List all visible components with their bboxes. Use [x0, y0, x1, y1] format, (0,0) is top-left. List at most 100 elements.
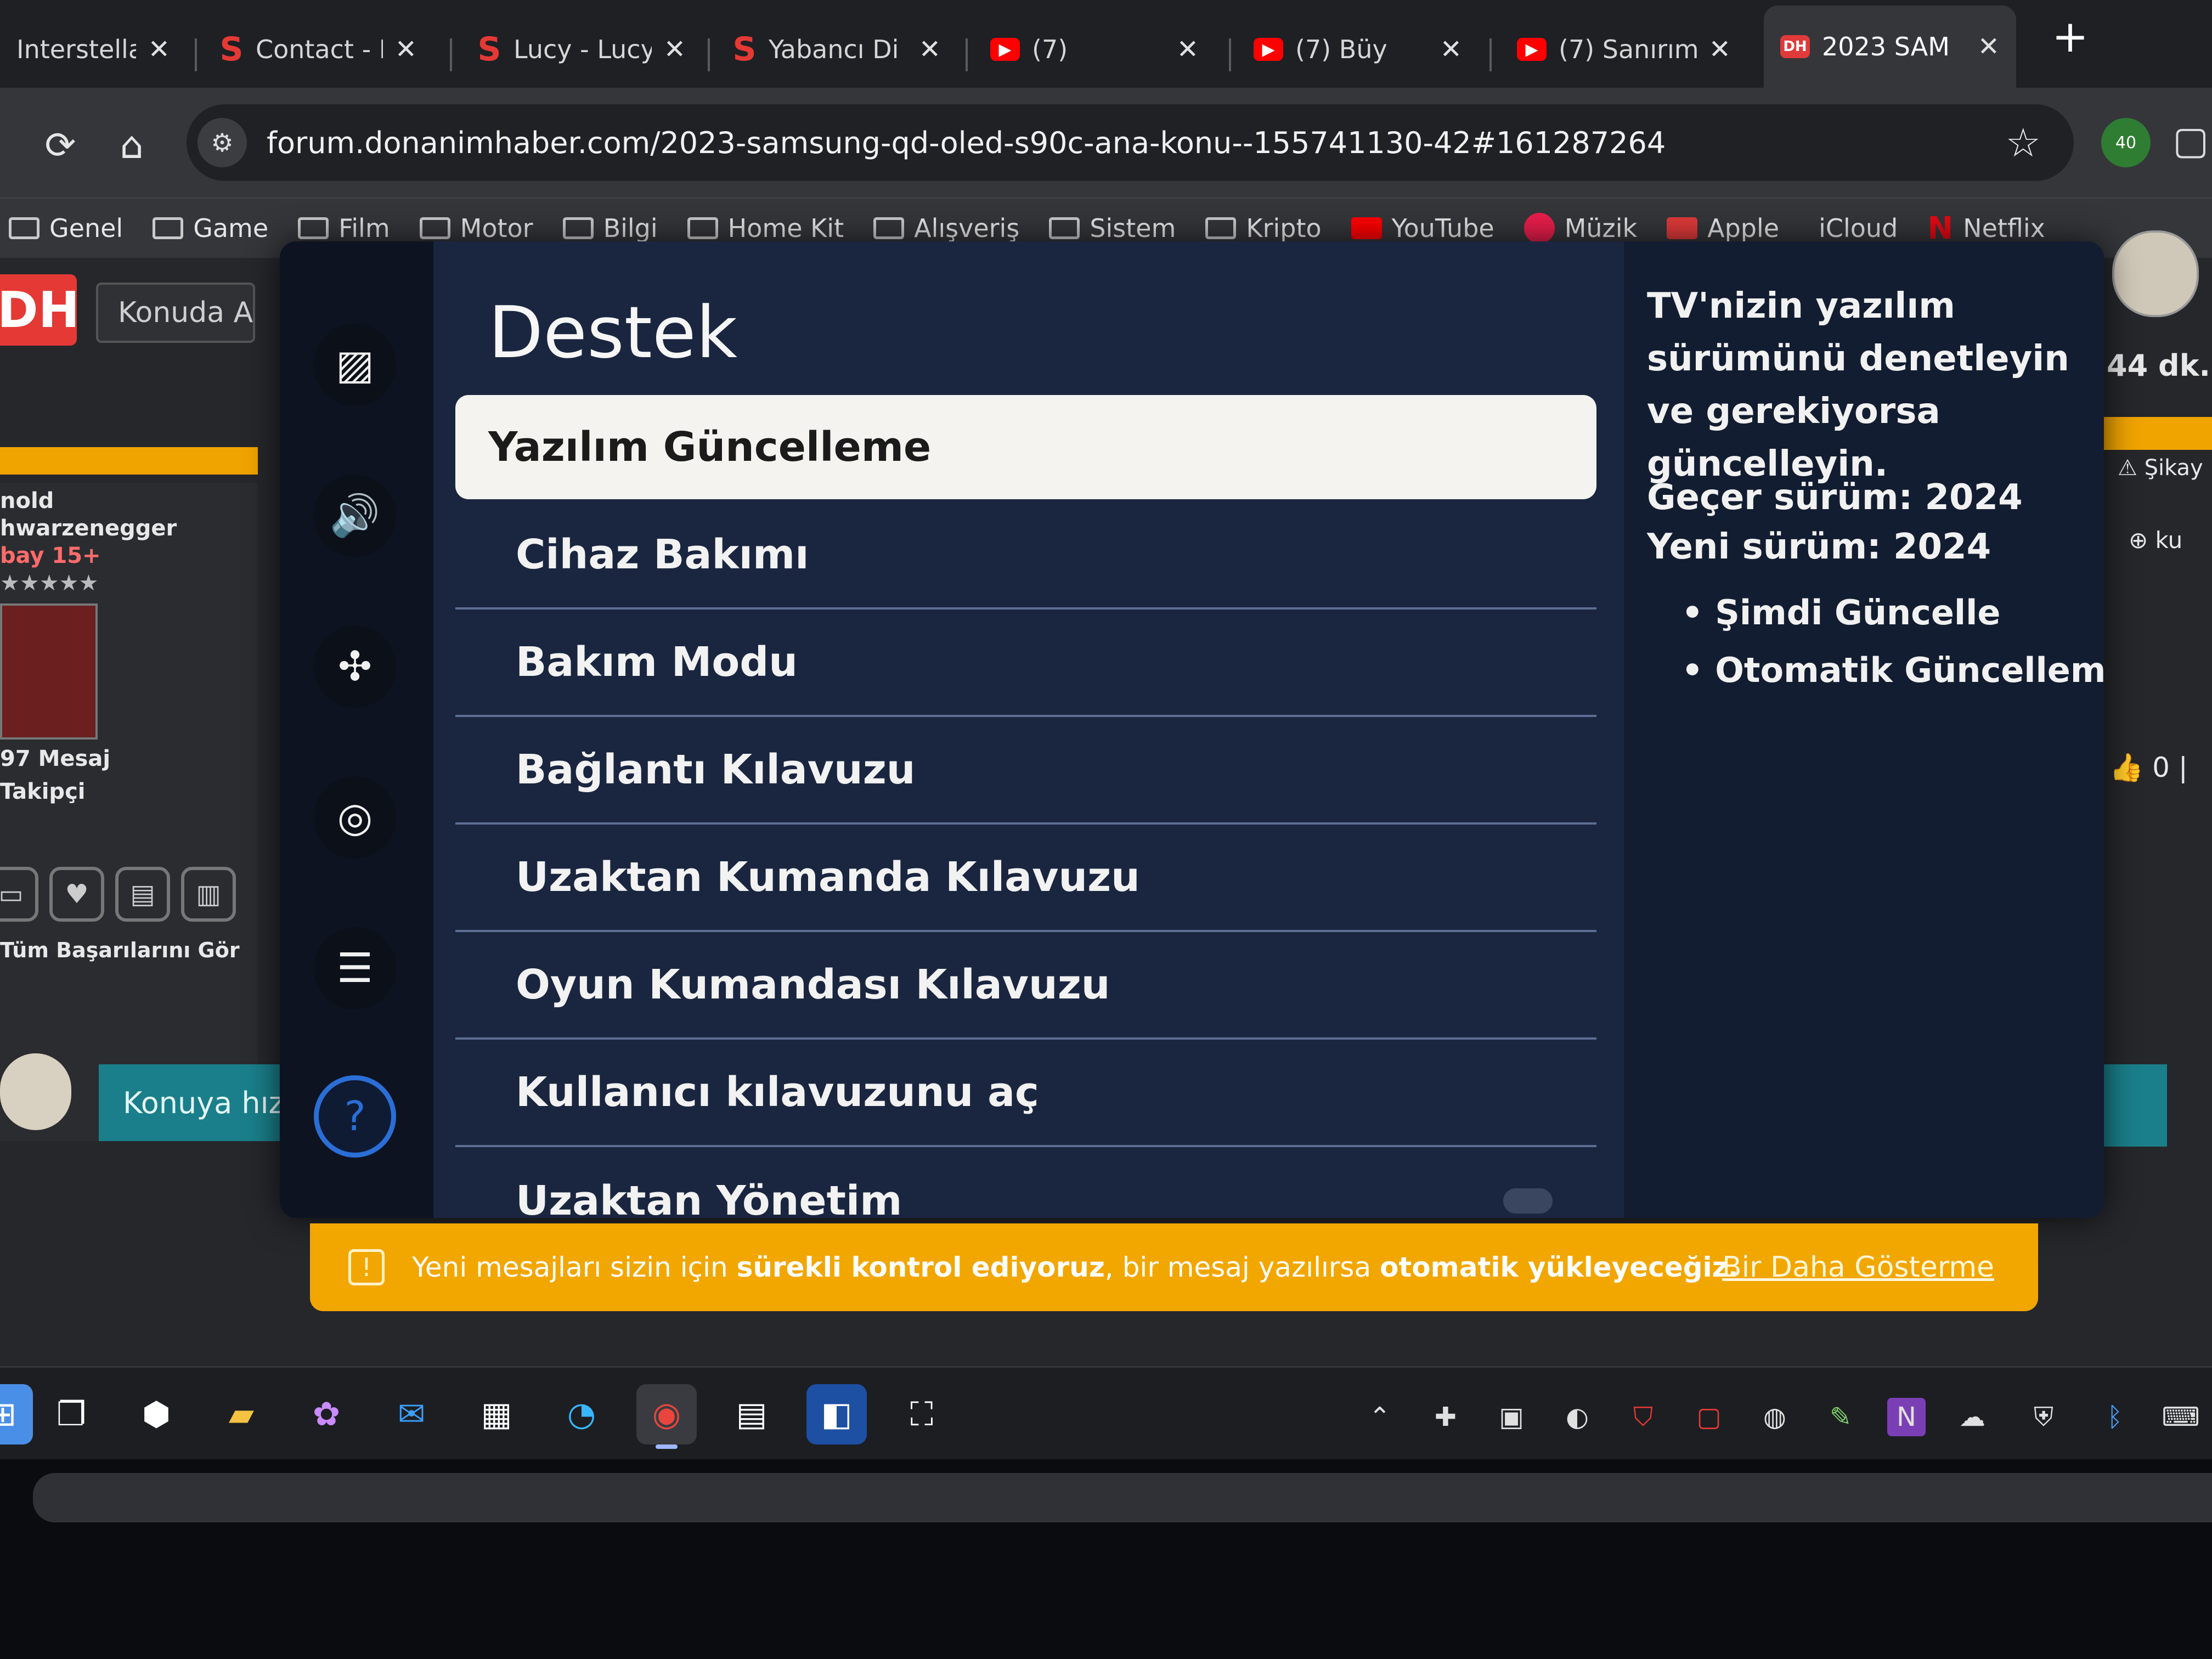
media-app-icon[interactable]: ▤ [721, 1384, 782, 1444]
close-icon[interactable]: ✕ [664, 34, 686, 65]
support-icon[interactable]: ? [314, 1075, 396, 1158]
tray-app-icon[interactable]: ◍ [1756, 1398, 1794, 1436]
onedrive-icon[interactable]: ☁ [1953, 1398, 1991, 1436]
user-info-box: nold hwarzenegger bay 15+ ★★★★★ 97 Mesaj… [0, 483, 258, 1141]
task-view-icon[interactable]: ❐ [41, 1384, 101, 1444]
broadcast-icon[interactable]: ◎ [314, 776, 396, 859]
picture-icon[interactable]: ▨ [314, 324, 396, 406]
steam-icon[interactable]: ◐ [1558, 1398, 1596, 1436]
heart-icon[interactable]: ♥ [49, 867, 104, 922]
bookmark-kripto[interactable]: Kripto [1205, 213, 1322, 243]
menu-item-connection-guide[interactable]: Bağlantı Kılavuzu [455, 717, 1596, 825]
reply-input[interactable]: Konuya hız [99, 1064, 280, 1141]
bookmark-bilgi[interactable]: Bilgi [562, 213, 658, 243]
bluetooth-icon[interactable]: ᛒ [2096, 1398, 2134, 1436]
tab-interstellar[interactable]: Interstellar ✕ [0, 16, 187, 82]
username-line[interactable]: hwarzenegger [0, 516, 177, 541]
bookmark-apple[interactable]: Apple [1667, 213, 1779, 243]
reload-icon[interactable]: ⟳ [33, 118, 88, 173]
new-tab-button[interactable]: + [2052, 11, 2089, 62]
url-text[interactable]: forum.donanimhaber.com/2023-samsung-qd-o… [267, 126, 1666, 160]
like-button[interactable]: 👍 0 | [2109, 752, 2188, 784]
tab-yabanci[interactable]: S Yabancı Di ✕ [716, 16, 957, 82]
tab-youtube-2[interactable]: ▶ (7) Büy ✕ [1237, 16, 1479, 82]
bookmark-label: Alışveriş [914, 213, 1020, 243]
extension-icon[interactable]: 40 [2101, 118, 2151, 167]
username-line[interactable]: nold [0, 488, 54, 514]
bookmark-muzik[interactable]: Müzik [1523, 213, 1637, 244]
bookmark-genel[interactable]: Genel [9, 213, 123, 243]
music-icon [1523, 213, 1555, 244]
tab-youtube-1[interactable]: ▶ (7) ✕ [974, 16, 1215, 82]
copilot-icon[interactable]: ✿ [296, 1384, 357, 1444]
outlook-icon[interactable]: ✉ [381, 1384, 442, 1444]
file-explorer-icon[interactable]: ▰ [211, 1384, 272, 1444]
menu-item-service-mode[interactable]: Bakım Modu [455, 610, 1596, 717]
chevron-up-icon[interactable]: ⌃ [1361, 1398, 1399, 1436]
extensions-puzzle-icon[interactable]: ▢ [2172, 118, 2209, 163]
gamepad-icon[interactable]: ✚ [1426, 1398, 1465, 1436]
menu-item-remote-guide[interactable]: Uzaktan Kumanda Kılavuzu [455, 825, 1596, 932]
menu-item-remote-management[interactable]: Uzaktan Yönetim [455, 1147, 1596, 1218]
achievement-icon[interactable]: ▤ [115, 867, 170, 922]
app-icon[interactable]: ⬢ [126, 1384, 187, 1444]
site-info-icon[interactable]: ⚙ [198, 118, 247, 167]
tab-youtube-3[interactable]: ▶ (7) Sanırım ✕ [1500, 16, 1747, 82]
edge-icon[interactable]: ◔ [551, 1384, 612, 1444]
defender-icon[interactable]: ⛨ [2024, 1398, 2063, 1436]
menu-item-open-manual[interactable]: Kullanıcı kılavuzunu aç [455, 1040, 1596, 1147]
bookmark-netflix[interactable]: N Netflix [1927, 211, 2045, 246]
achievement-icon[interactable]: ▥ [181, 867, 236, 922]
bookmark-sistem[interactable]: Sistem [1049, 213, 1176, 243]
bookmark-alisveris[interactable]: Alışveriş [873, 213, 1019, 243]
tray-app-icon[interactable]: ▣ [1492, 1398, 1531, 1436]
close-icon[interactable]: ✕ [1440, 34, 1462, 65]
close-icon[interactable]: ✕ [395, 34, 417, 65]
accessibility-icon[interactable]: ☰ [314, 927, 396, 1009]
avatar[interactable] [2112, 230, 2199, 317]
keyboard-icon[interactable]: ⌨ [2162, 1398, 2200, 1436]
address-bar[interactable]: ⚙ forum.donanimhaber.com/2023-samsung-qd… [187, 104, 2074, 181]
sound-icon[interactable]: 🔊 [314, 475, 396, 557]
close-icon[interactable]: ✕ [1709, 34, 1731, 65]
home-icon[interactable]: ⌂ [104, 118, 159, 173]
site-logo[interactable]: DH [0, 274, 80, 346]
close-icon[interactable]: ✕ [148, 34, 170, 65]
menu-item-device-care[interactable]: Cihaz Bakımı [455, 502, 1596, 610]
achievement-icon[interactable]: ▭ [0, 867, 38, 922]
store-icon[interactable]: ▦ [466, 1384, 527, 1444]
dont-show-again-link[interactable]: Bir Daha Gösterme [1722, 1251, 1994, 1284]
close-icon[interactable]: ✕ [1978, 31, 2000, 62]
avatar[interactable] [0, 603, 98, 740]
menu-item-software-update[interactable]: Yazılım Güncelleme [455, 395, 1596, 499]
tab-contact[interactable]: S Contact - I ✕ [203, 16, 433, 82]
follower-count[interactable]: Takipçi [0, 779, 86, 804]
onenote-icon[interactable]: N [1887, 1398, 1926, 1436]
app-icon[interactable]: ◧ [806, 1384, 867, 1444]
toggle-switch[interactable] [1503, 1188, 1553, 1214]
bookmark-motor[interactable]: Motor [419, 213, 533, 243]
all-achievements-link[interactable]: Tüm Başarılarını Gör [0, 938, 240, 962]
tab-donanimhaber-active[interactable]: DH 2023 SAM ✕ [1764, 5, 2016, 88]
bookmark-youtube[interactable]: YouTube [1351, 213, 1494, 243]
chrome-icon[interactable]: ◉ [636, 1384, 697, 1449]
bookmark-game[interactable]: Game [153, 213, 268, 243]
menu-item-gamepad-guide[interactable]: Oyun Kumandası Kılavuzu [455, 932, 1596, 1040]
bookmark-icloud[interactable]: iCloud [1809, 213, 1898, 243]
forum-search-input[interactable]: Konuda Ar [96, 283, 255, 343]
connection-icon[interactable]: ✣ [314, 625, 396, 708]
bookmark-homekit[interactable]: Home Kit [687, 213, 844, 243]
tab-lucy[interactable]: S Lucy - Lucy ✕ [461, 16, 702, 82]
reply-send-area[interactable] [2101, 1064, 2167, 1147]
start-icon[interactable]: ⊞ [0, 1384, 33, 1444]
tray-app-icon[interactable]: ▢ [1690, 1398, 1728, 1436]
close-icon[interactable]: ✕ [1177, 34, 1199, 65]
app-icon[interactable]: ⛶ [891, 1384, 952, 1444]
report-link[interactable]: ⚠ Şikay [2118, 455, 2203, 481]
close-icon[interactable]: ✕ [919, 34, 941, 65]
security-app-icon[interactable]: ⛉ [1624, 1398, 1662, 1436]
bookmark-star-icon[interactable]: ☆ [2005, 120, 2041, 166]
bookmark-film[interactable]: Film [298, 213, 390, 243]
message-count[interactable]: 97 Mesaj [0, 746, 110, 771]
tray-app-icon[interactable]: ✎ [1821, 1398, 1860, 1436]
